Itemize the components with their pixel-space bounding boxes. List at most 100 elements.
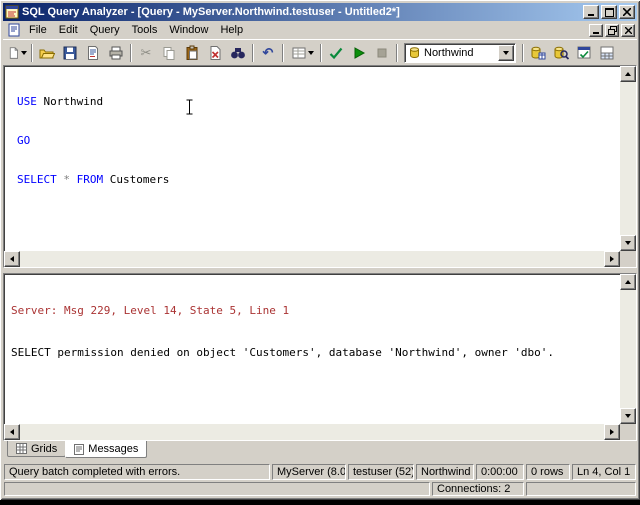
mdi-restore-icon bbox=[608, 26, 617, 35]
app-icon bbox=[5, 5, 19, 19]
arrow-right-icon bbox=[610, 256, 614, 262]
query-editor-pane: USE Northwind GO SELECT * FROM Customers bbox=[3, 65, 637, 268]
toolbar: ✂ bbox=[3, 39, 637, 65]
database-combo-dropdown-button[interactable] bbox=[498, 45, 514, 61]
find-button[interactable] bbox=[227, 42, 249, 64]
tab-grids-label: Grids bbox=[31, 443, 57, 455]
toolbar-separator bbox=[252, 44, 254, 62]
paste-button[interactable] bbox=[181, 42, 203, 64]
open-folder-icon bbox=[39, 45, 55, 61]
execute-mode-dropdown-icon bbox=[308, 51, 314, 55]
editor-vertical-scrollbar[interactable] bbox=[620, 66, 636, 251]
toolbar-separator bbox=[130, 44, 132, 62]
arrow-down-icon bbox=[625, 241, 631, 245]
messages-output[interactable]: Server: Msg 229, Level 14, State 5, Line… bbox=[4, 274, 620, 424]
scroll-left-button[interactable] bbox=[4, 424, 20, 440]
cancel-query-button[interactable] bbox=[371, 42, 393, 64]
results-pane: Server: Msg 229, Level 14, State 5, Line… bbox=[3, 273, 637, 441]
arrow-up-icon bbox=[625, 72, 631, 76]
mdi-minimize-button[interactable] bbox=[589, 24, 603, 37]
app-status-bar: Connections: 2 bbox=[3, 481, 637, 497]
app-window: SQL Query Analyzer - [Query - MyServer.N… bbox=[0, 0, 640, 500]
scroll-right-button[interactable] bbox=[604, 251, 620, 267]
parse-query-button[interactable] bbox=[325, 42, 347, 64]
arrow-left-icon bbox=[10, 256, 14, 262]
copy-icon bbox=[161, 45, 177, 61]
stop-icon bbox=[374, 45, 390, 61]
tab-grids[interactable]: Grids bbox=[7, 441, 66, 457]
minimize-button[interactable] bbox=[583, 5, 599, 19]
printer-icon bbox=[108, 45, 124, 61]
menu-edit[interactable]: Edit bbox=[53, 22, 84, 38]
mdi-restore-button[interactable] bbox=[605, 24, 619, 37]
query-editor[interactable]: USE Northwind GO SELECT * FROM Customers bbox=[4, 66, 620, 251]
cut-icon: ✂ bbox=[141, 46, 152, 59]
current-connection-properties-button[interactable] bbox=[573, 42, 595, 64]
scroll-up-button[interactable] bbox=[620, 66, 636, 82]
menu-help[interactable]: Help bbox=[214, 22, 249, 38]
paste-icon bbox=[184, 45, 200, 61]
minimize-icon bbox=[587, 8, 595, 16]
database-icon bbox=[408, 46, 421, 59]
load-script-button[interactable] bbox=[36, 42, 58, 64]
insert-template-button[interactable] bbox=[82, 42, 104, 64]
scroll-down-button[interactable] bbox=[620, 408, 636, 424]
save-button[interactable] bbox=[59, 42, 81, 64]
window-title: SQL Query Analyzer - [Query - MyServer.N… bbox=[22, 6, 580, 18]
toolbar-separator bbox=[522, 44, 524, 62]
object-search-button[interactable] bbox=[550, 42, 572, 64]
app-status-empty-panel bbox=[4, 482, 430, 496]
results-horizontal-scrollbar[interactable] bbox=[4, 424, 620, 440]
connection-properties-icon bbox=[576, 45, 592, 61]
clear-window-button[interactable] bbox=[204, 42, 226, 64]
mdi-close-icon bbox=[625, 27, 632, 34]
close-button[interactable] bbox=[619, 5, 635, 19]
database-combo-value: Northwind bbox=[424, 47, 495, 59]
execute-query-button[interactable] bbox=[348, 42, 370, 64]
chevron-down-icon bbox=[503, 51, 509, 55]
status-server: MyServer (8.0) bbox=[272, 464, 346, 480]
arrow-up-icon bbox=[625, 280, 631, 284]
error-message-line: Server: Msg 229, Level 14, State 5, Line… bbox=[11, 304, 620, 318]
show-results-pane-button[interactable] bbox=[596, 42, 618, 64]
menu-file[interactable]: File bbox=[23, 22, 53, 38]
grid-icon bbox=[16, 443, 27, 454]
scroll-down-button[interactable] bbox=[620, 235, 636, 251]
message-line: SELECT permission denied on object 'Cust… bbox=[11, 346, 620, 360]
sql-keyword: USE bbox=[17, 95, 37, 108]
message-page-icon bbox=[74, 444, 84, 455]
status-exec-time: 0:00:00 bbox=[476, 464, 524, 480]
mdi-minimize-icon bbox=[593, 27, 600, 34]
print-button[interactable] bbox=[105, 42, 127, 64]
query-status-bar: Query batch completed with errors. MySer… bbox=[3, 463, 637, 481]
app-status-tail-panel bbox=[526, 482, 636, 496]
maximize-button[interactable] bbox=[601, 5, 617, 19]
scroll-up-button[interactable] bbox=[620, 274, 636, 290]
copy-button[interactable] bbox=[158, 42, 180, 64]
mdi-close-button[interactable] bbox=[621, 24, 635, 37]
database-combo[interactable]: Northwind bbox=[404, 43, 516, 63]
mdi-child-icon bbox=[7, 23, 21, 37]
menu-query[interactable]: Query bbox=[84, 22, 126, 38]
template-icon bbox=[85, 45, 101, 61]
new-query-button[interactable] bbox=[6, 42, 28, 64]
title-bar: SQL Query Analyzer - [Query - MyServer.N… bbox=[3, 3, 637, 21]
status-row-count: 0 rows bbox=[526, 464, 570, 480]
cut-button[interactable]: ✂ bbox=[135, 42, 157, 64]
arrow-right-icon bbox=[610, 429, 614, 435]
execute-mode-button[interactable] bbox=[287, 42, 317, 64]
menu-tools[interactable]: Tools bbox=[126, 22, 164, 38]
scroll-right-button[interactable] bbox=[604, 424, 620, 440]
object-browser-button[interactable] bbox=[527, 42, 549, 64]
code-line: SELECT * FROM Customers bbox=[17, 173, 620, 186]
editor-horizontal-scrollbar[interactable] bbox=[4, 251, 620, 267]
undo-button[interactable]: ↶ bbox=[257, 42, 279, 64]
tab-messages[interactable]: Messages bbox=[65, 441, 147, 458]
results-vertical-scrollbar[interactable] bbox=[620, 274, 636, 424]
scroll-left-button[interactable] bbox=[4, 251, 20, 267]
code-line: GO bbox=[17, 134, 620, 147]
menu-window[interactable]: Window bbox=[163, 22, 214, 38]
sql-identifier: Northwind bbox=[37, 95, 103, 108]
arrow-down-icon bbox=[625, 414, 631, 418]
status-database: Northwind bbox=[416, 464, 474, 480]
